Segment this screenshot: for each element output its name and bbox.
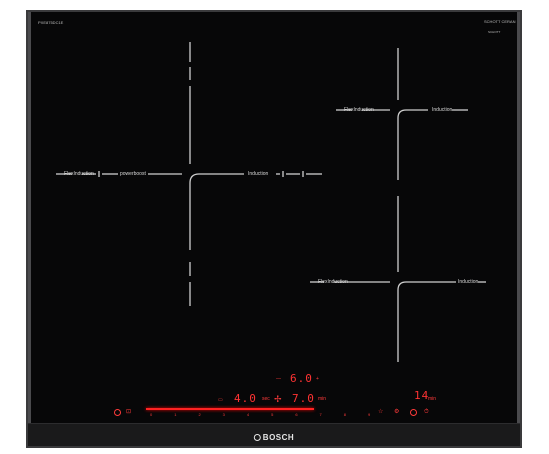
timer-icon[interactable]: ✢ [274, 394, 282, 404]
left-induction-label: Induction [248, 171, 269, 177]
clock-icon[interactable] [410, 409, 417, 416]
scale-step-2[interactable]: 2 [198, 412, 200, 417]
power-slider[interactable] [146, 408, 314, 410]
right-bottom-zone-corner [397, 281, 456, 362]
power-icon[interactable] [114, 409, 121, 416]
left-zone-corner [189, 173, 244, 250]
certification-logo: SCHOTT CERAN [484, 19, 516, 24]
plus-icon[interactable]: + [316, 376, 319, 382]
unit-min-label: min [318, 396, 327, 402]
scale-step-1[interactable]: 1 [174, 412, 176, 417]
right-bottom-flexinduction-label: FlexInduction [318, 279, 348, 285]
right-top-flexinduction-label: FlexInduction [344, 107, 374, 113]
scale-step-9[interactable]: 9 [368, 412, 370, 417]
timer-right-display: 14 [414, 389, 430, 402]
model-code: PXE875DC1E [38, 20, 64, 25]
right-top-induction-label: Induction [432, 107, 453, 113]
left-zone-selector-icon[interactable]: ▭ [218, 397, 223, 403]
scale-step-8[interactable]: 8 [344, 412, 346, 417]
certification-sub: SCHOTT [488, 30, 501, 34]
scale-step-4[interactable]: 4 [247, 412, 249, 417]
unit-min-right-label: min [428, 396, 437, 402]
child-lock-icon[interactable]: ⊡ [126, 409, 131, 415]
scale-step-0[interactable]: 0 [150, 412, 152, 417]
settings-icon[interactable]: ⚙ [394, 409, 399, 415]
power-left-display: 4.0 [234, 392, 257, 405]
minus-icon[interactable]: — [276, 376, 281, 382]
scale-step-7[interactable]: 7 [320, 412, 322, 417]
left-flexinduction-label: FlexInduction [64, 171, 94, 177]
scale-step-3[interactable]: 3 [223, 412, 225, 417]
power-mid-display: 7.0 [292, 392, 315, 405]
timer-top-display: 6.0 [290, 372, 313, 385]
scale-step-6[interactable]: 6 [295, 412, 297, 417]
right-bottom-induction-label: Induction [458, 279, 479, 285]
unit-sec-label: sec [262, 396, 270, 402]
favorites-icon[interactable]: ☆ [378, 409, 383, 415]
right-top-zone-corner [397, 109, 428, 180]
scale-step-5[interactable]: 5 [271, 412, 273, 417]
left-powerboost-label: powerboost [120, 171, 146, 177]
zone-markings [56, 42, 486, 362]
timer-menu-icon[interactable]: ⏱ [424, 409, 429, 415]
